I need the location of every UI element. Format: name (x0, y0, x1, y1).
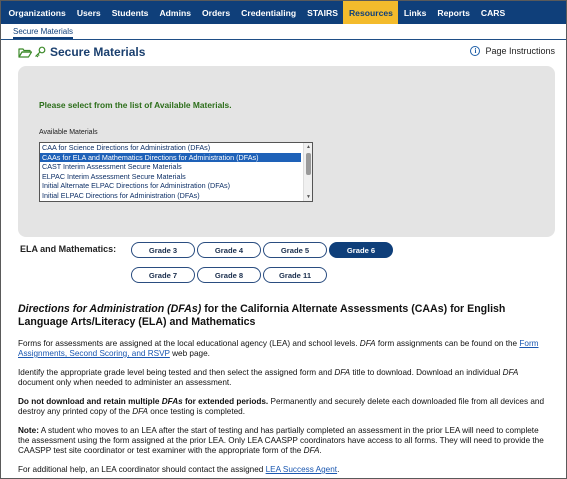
folder-open-icon (18, 47, 32, 58)
grade-group-label: ELA and Mathematics: (20, 244, 117, 254)
grade-6-button[interactable]: Grade 6 (329, 242, 393, 258)
material-option-selected[interactable]: CAAs for ELA and Mathematics Directions … (40, 152, 301, 163)
nav-organizations[interactable]: Organizations (3, 1, 71, 24)
nav-orders[interactable]: Orders (196, 1, 235, 24)
nav-admins[interactable]: Admins (154, 1, 197, 24)
scroll-up-arrow-icon[interactable]: ▲ (305, 144, 312, 150)
nav-students[interactable]: Students (106, 1, 154, 24)
material-option[interactable]: CAST Interim Assessment Secure Materials (40, 162, 301, 172)
page-heading: Secure Materials (18, 44, 145, 60)
grade-8-button[interactable]: Grade 8 (197, 267, 261, 283)
grade-3-button[interactable]: Grade 3 (131, 242, 195, 258)
page-instructions-link[interactable]: i Page Instructions (470, 46, 555, 56)
lea-success-agent-link[interactable]: LEA Success Agent (266, 465, 337, 474)
paragraph-note: Note: A student who moves to an LEA afte… (18, 426, 544, 455)
grade-11-button[interactable]: Grade 11 (263, 267, 327, 283)
available-materials-listbox[interactable]: CAA for Science Directions for Administr… (39, 142, 313, 202)
material-option[interactable]: CAA for Science Directions for Administr… (40, 143, 301, 153)
materials-panel: Please select from the list of Available… (18, 66, 555, 237)
material-option[interactable]: Initial Alternate ELPAC Directions for A… (40, 181, 301, 191)
grade-7-button[interactable]: Grade 7 (131, 267, 195, 283)
material-option[interactable]: ELPAC Interim Assessment Secure Material… (40, 172, 301, 182)
paragraph-forms: Forms for assessments are assigned at th… (18, 339, 539, 358)
tab-secure-materials[interactable]: Secure Materials (13, 27, 74, 39)
scrollbar-thumb[interactable] (306, 153, 311, 175)
nav-links[interactable]: Links (398, 1, 431, 24)
nav-users[interactable]: Users (71, 1, 106, 24)
scroll-down-arrow-icon[interactable]: ▼ (305, 194, 312, 200)
grade-4-button[interactable]: Grade 4 (197, 242, 261, 258)
key-icon (34, 46, 46, 58)
nav-credentialing[interactable]: Credentialing (236, 1, 302, 24)
paragraph-help: For additional help, an LEA coordinator … (18, 465, 340, 474)
page-title: Secure Materials (50, 45, 146, 59)
grade-5-button[interactable]: Grade 5 (263, 242, 327, 258)
paragraph-retention: Do not download and retain multiple DFAs… (18, 397, 545, 416)
info-icon: i (470, 46, 481, 56)
nav-resources[interactable]: Resources (343, 1, 399, 24)
listbox-scrollbar[interactable]: ▲ ▼ (303, 143, 312, 201)
nav-stairs[interactable]: STAIRS (302, 1, 344, 24)
sub-navigation: Secure Materials (1, 24, 566, 40)
nav-reports[interactable]: Reports (432, 1, 475, 24)
material-option[interactable]: Initial ELPAC Directions for Administrat… (40, 191, 301, 201)
page-instructions-label: Page Instructions (485, 46, 555, 56)
paragraph-identify: Identify the appropriate grade level bei… (18, 368, 519, 387)
select-prompt: Please select from the list of Available… (39, 100, 232, 110)
section-heading: Directions for Administration (DFAs) for… (18, 303, 506, 328)
available-materials-label: Available Materials (39, 129, 98, 136)
dfa-description: Directions for Administration (DFAs) for… (18, 303, 548, 479)
top-navigation: Organizations Users Students Admins Orde… (1, 1, 566, 24)
nav-cars[interactable]: CARS (475, 1, 510, 24)
